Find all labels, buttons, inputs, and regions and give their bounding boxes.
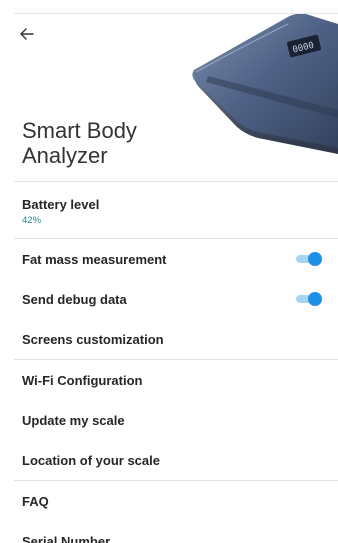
scale-location-item[interactable]: Location of your scale [0,440,338,480]
scale-location-label: Location of your scale [22,452,160,468]
device-header: 0000 Smart Body Analyzer [0,0,338,181]
update-scale-label: Update my scale [22,412,125,428]
debug-data-toggle[interactable] [296,292,322,306]
fat-mass-toggle[interactable] [296,252,322,266]
debug-data-label: Send debug data [22,291,127,307]
back-button[interactable] [20,24,48,48]
device-title: Smart Body Analyzer [22,118,137,168]
device-settings-screen: 0000 Smart Body Analyzer Battery level 4… [0,0,338,543]
send-debug-data-item[interactable]: Send debug data [0,279,338,319]
fat-mass-label: Fat mass measurement [22,251,167,267]
serial-number-item[interactable]: Serial Number [0,521,338,543]
update-scale-item[interactable]: Update my scale [0,400,338,440]
serial-number-label: Serial Number [22,533,111,543]
battery-value: 42% [22,214,42,226]
screens-customization-label: Screens customization [22,331,164,347]
wifi-configuration-item[interactable]: Wi-Fi Configuration [0,360,338,400]
faq-item[interactable]: FAQ [0,481,338,521]
arrow-left-icon[interactable] [20,27,34,45]
battery-label: Battery level [22,196,100,212]
wifi-configuration-label: Wi-Fi Configuration [22,372,143,388]
toggle-knob [308,252,322,266]
fat-mass-measurement-item[interactable]: Fat mass measurement [0,239,338,279]
toggle-knob [308,292,322,306]
battery-level-item: Battery level 42% [0,182,338,238]
faq-label: FAQ [22,493,49,509]
screens-customization-item[interactable]: Screens customization [0,319,338,359]
scale-image: 0000 [192,14,338,154]
